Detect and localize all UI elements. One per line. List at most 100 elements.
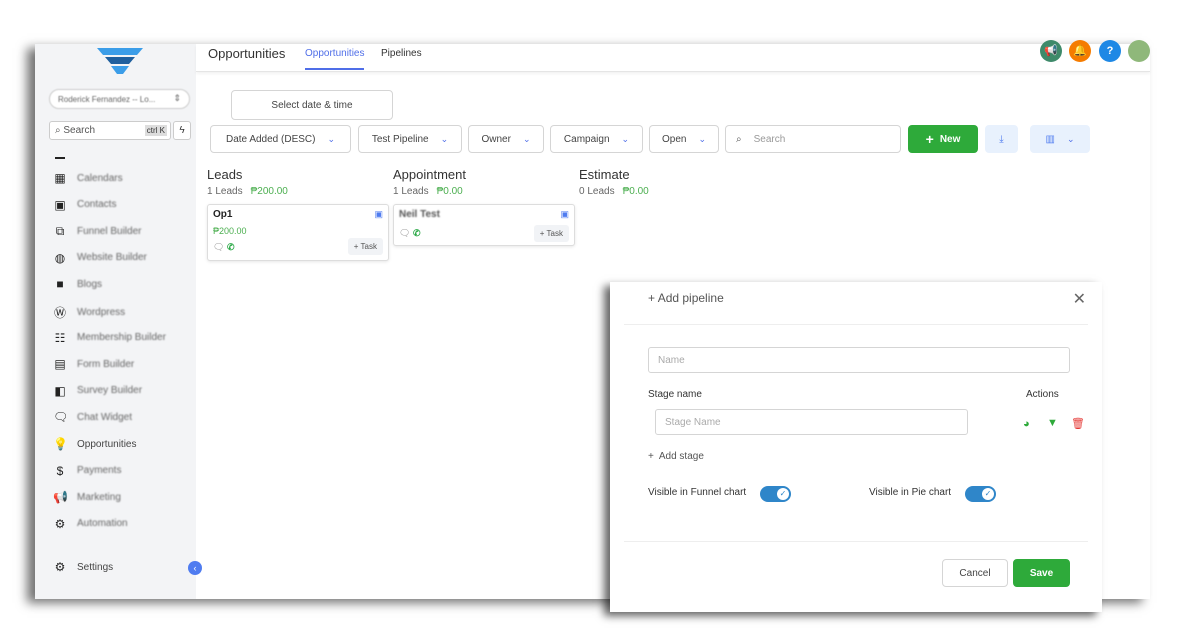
cancel-button[interactable]: Cancel: [942, 559, 1008, 587]
sidebar-item-funnel-builder[interactable]: ⧉ Funnel Builder: [53, 224, 142, 239]
account-switcher[interactable]: Roderick Fernandez -- Lo... ⇕: [49, 89, 190, 109]
pipeline-dropdown[interactable]: Test Pipeline ⌄: [358, 125, 462, 153]
stage-name-input[interactable]: Stage Name: [655, 409, 968, 435]
plus-icon: +: [648, 291, 658, 305]
campaign-dropdown[interactable]: Campaign ⌄: [550, 125, 643, 153]
help-icon[interactable]: ?: [1099, 40, 1121, 62]
chat-icon[interactable]: 🗨: [399, 228, 410, 238]
save-button[interactable]: Save: [1013, 559, 1070, 587]
wordpress-icon: Ⓦ: [53, 306, 66, 320]
opportunity-card[interactable]: Neil Test ▣ 🗨 ✆ + Task: [393, 204, 575, 246]
sidebar-item-form-builder[interactable]: ▤ Form Builder: [53, 357, 134, 371]
funnel-builder-icon: ⧉: [55, 224, 65, 239]
shortcut-badge: ctrl K: [144, 125, 167, 136]
pie-toggle-label: Visible in Pie chart: [869, 487, 952, 498]
card-icons: 🗨 ✆: [399, 228, 421, 239]
add-task-button[interactable]: + Task: [533, 225, 569, 242]
sidebar-item-wordpress[interactable]: Ⓦ Wordpress: [53, 304, 125, 321]
funnel-chart-toggle[interactable]: [760, 486, 791, 502]
settings-label: Settings: [77, 561, 114, 573]
plus-icon: +: [925, 131, 934, 147]
sidebar-item-payments[interactable]: $ Payments: [53, 464, 122, 478]
sidebar: Roderick Fernandez -- Lo... ⇕ ⌕ Search ctr…: [35, 44, 202, 599]
sort-dropdown[interactable]: Date Added (DESC) ⌄: [210, 125, 351, 153]
automation-icon: ⚙: [54, 516, 66, 531]
add-stage-button[interactable]: + Add stage: [648, 451, 704, 462]
tab-opportunities[interactable]: Opportunities: [305, 48, 365, 70]
trash-icon[interactable]: 🗑: [1071, 417, 1085, 430]
sidebar-item-opportunities[interactable]: 💡 Opportunities: [53, 437, 136, 451]
campaign-label: Campaign: [563, 133, 610, 145]
sort-label: Date Added (DESC): [225, 133, 316, 145]
chevron-down-icon: ⌄: [522, 133, 531, 144]
search-input[interactable]: ⌕ Search: [725, 125, 901, 153]
calendar-add-icon[interactable]: ▣: [374, 209, 383, 220]
page-title: Opportunities: [208, 46, 286, 61]
sidebar-search[interactable]: ⌕ Search ctrl K: [49, 121, 171, 140]
download-icon[interactable]: ⤓: [985, 125, 1018, 153]
calendar-add-icon[interactable]: ▣: [560, 209, 569, 220]
logo: [97, 48, 143, 74]
chevron-down-icon: ⌄: [440, 133, 449, 144]
bell-icon[interactable]: 🔔: [1069, 40, 1091, 62]
blog-icon: ■: [56, 277, 64, 292]
sidebar-item-automation[interactable]: ⚙ Automation: [53, 517, 128, 531]
avatar[interactable]: [1128, 40, 1150, 62]
megaphone-icon[interactable]: 📢: [1040, 40, 1062, 62]
card-icons: 🗨 ✆: [213, 242, 235, 253]
pipeline-name-input[interactable]: Name: [648, 347, 1070, 373]
chevron-down-icon: ⌄: [1066, 133, 1075, 144]
sidebar-item-label: Contacts: [77, 199, 117, 211]
status-label: Open: [661, 133, 687, 145]
modal-title: + Add pipeline: [648, 291, 724, 305]
chevron-down-icon: ⌄: [698, 133, 706, 144]
sidebar-item-marketing[interactable]: 📢 Marketing: [53, 490, 121, 504]
lead-count: 0 Leads: [579, 186, 615, 197]
collapse-sidebar-chevron-icon[interactable]: ‹: [188, 561, 202, 575]
column-amount: ₱0.00: [622, 186, 649, 197]
search-icon: ⌕: [736, 133, 742, 145]
lead-count: 1 Leads: [393, 186, 429, 197]
account-name: Roderick Fernandez -- Lo...: [58, 95, 156, 104]
divider: [624, 324, 1088, 325]
column-title: Leads: [207, 167, 243, 182]
sidebar-item-contacts[interactable]: ▣ Contacts: [53, 198, 116, 212]
tab-pipelines[interactable]: Pipelines: [381, 48, 422, 68]
owner-dropdown[interactable]: Owner ⌄: [468, 125, 544, 153]
chat-icon[interactable]: 🗨: [213, 242, 224, 252]
globe-icon: ◍: [54, 250, 66, 265]
add-task-button[interactable]: + Task: [347, 238, 383, 255]
sidebar-item-label: Wordpress: [77, 307, 126, 318]
sidebar-item-calendars[interactable]: ▦ Calendars: [53, 171, 123, 185]
new-button[interactable]: + New: [908, 125, 978, 153]
quick-action-bolt-icon[interactable]: ϟ: [173, 121, 191, 140]
owner-label: Owner: [481, 133, 511, 145]
sidebar-item-settings[interactable]: ⚙ Settings: [53, 560, 114, 574]
sidebar-item-website-builder[interactable]: ◍ Website Builder: [53, 251, 147, 265]
funnel-icon[interactable]: ▼: [1047, 417, 1058, 429]
calendar-icon: ▦: [54, 171, 66, 185]
search-placeholder: Search: [753, 133, 786, 145]
sidebar-item-survey-builder[interactable]: ◧ Survey Builder: [53, 384, 142, 398]
phone-icon[interactable]: ✆: [413, 228, 421, 238]
sidebar-item-membership-builder[interactable]: ☷ Membership Builder: [53, 331, 166, 345]
sidebar-item-label: Calendars: [77, 172, 123, 184]
sidebar-item-blogs[interactable]: ■ Blogs: [53, 277, 102, 291]
close-icon[interactable]: ✕: [1073, 289, 1086, 309]
contacts-icon: ▣: [54, 197, 66, 212]
view-toggle-button[interactable]: ▥ ⌄: [1030, 125, 1090, 153]
sidebar-item-label: Membership Builder: [77, 332, 166, 344]
form-icon: ▤: [54, 357, 66, 372]
pie-chart-toggle[interactable]: [965, 486, 996, 502]
add-stage-label: Add stage: [658, 451, 704, 462]
pie-chart-icon[interactable]: ◕: [1023, 418, 1030, 430]
sidebar-item-chat-widget[interactable]: 🗨 Chat Widget: [53, 410, 132, 424]
updown-icon: ⇕: [173, 93, 181, 103]
members-icon: ☷: [54, 330, 66, 345]
status-dropdown[interactable]: Open ⌄: [649, 125, 719, 153]
opportunity-card[interactable]: Op1 ₱200.00 ▣ 🗨 ✆ + Task: [207, 204, 389, 261]
phone-icon[interactable]: ✆: [227, 242, 235, 252]
date-range-button[interactable]: Select date & time: [231, 90, 393, 120]
card-amount: ₱200.00: [213, 226, 247, 236]
search-label: Search: [63, 125, 96, 136]
